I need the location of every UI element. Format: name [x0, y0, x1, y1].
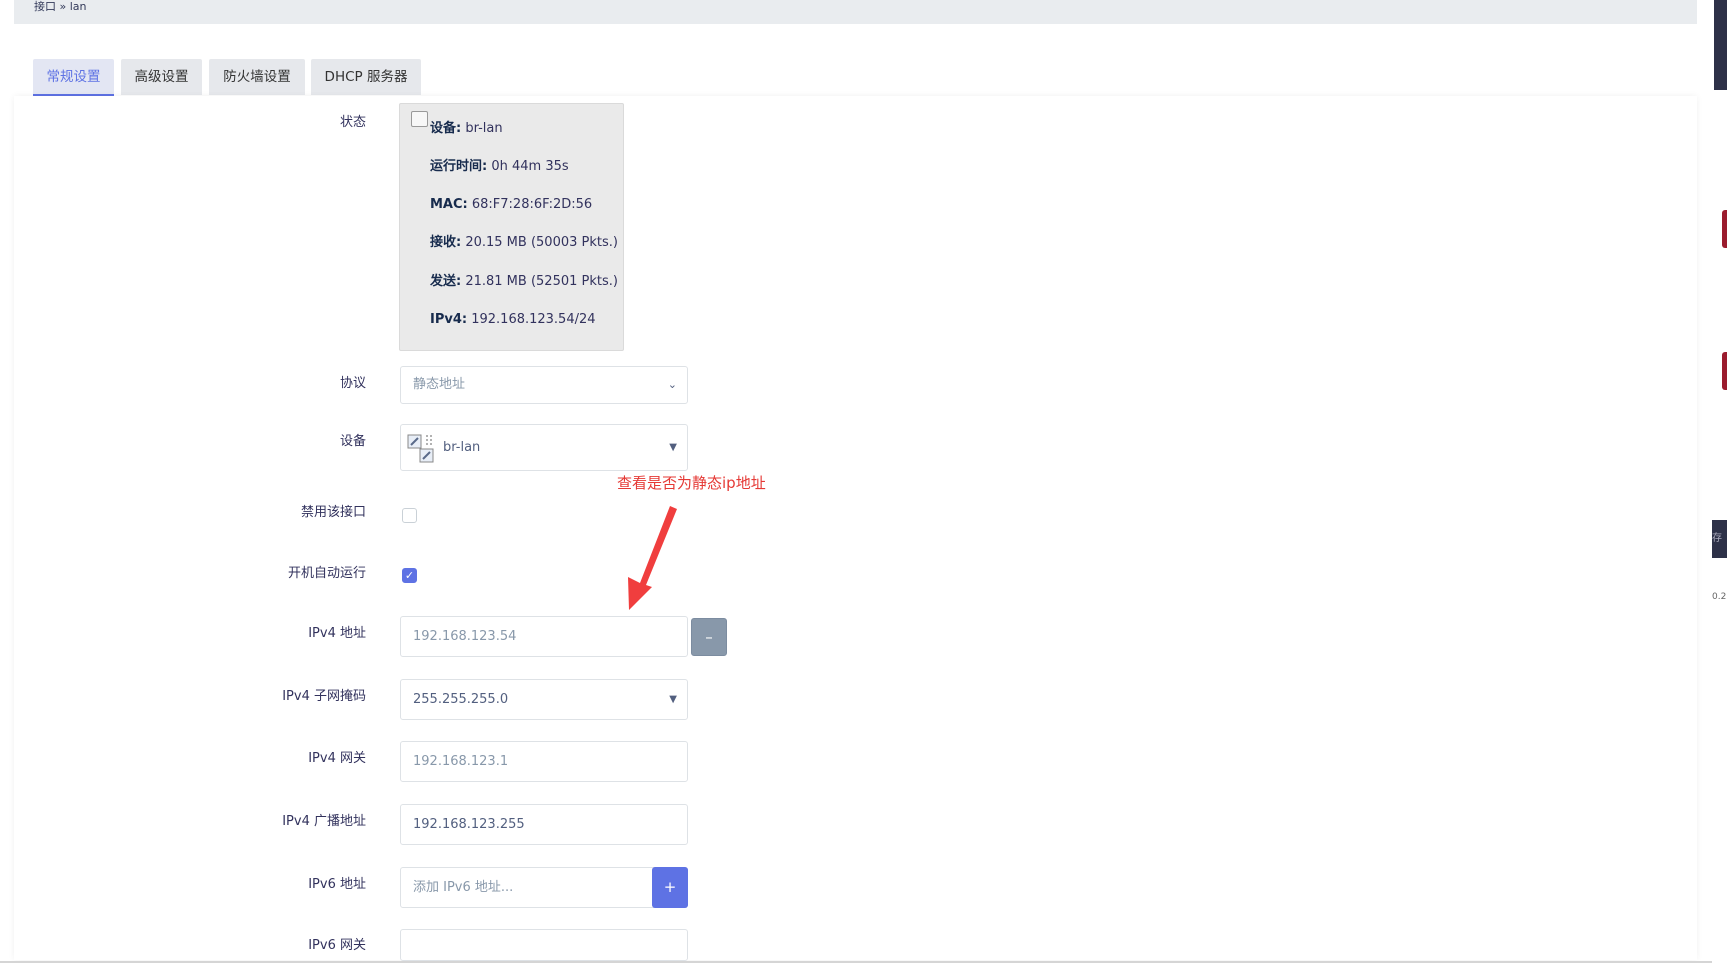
breadcrumb: 接口 » lan	[34, 0, 87, 13]
right-edge-red-tab[interactable]	[1722, 210, 1727, 248]
status-uptime: 运行时间: 0h 44m 35s	[430, 158, 569, 176]
status-mac: MAC: 68:F7:28:6F:2D:56	[430, 196, 592, 214]
status-device-value: br-lan	[461, 121, 503, 136]
ipv4-netmask-label: IPv4 子网掩码	[282, 689, 366, 704]
status-mac-key: MAC:	[430, 197, 468, 212]
status-tx: 发送: 21.81 MB (52501 Pkts.)	[430, 273, 618, 291]
ipv6-address-input[interactable]: 添加 IPv6 地址...	[400, 867, 688, 908]
ipv6-gateway-label: IPv6 网关	[308, 938, 366, 953]
protocol-select[interactable]: 静态地址 ⌄	[400, 366, 688, 404]
status-rx-value: 20.15 MB (50003 Pkts.)	[461, 235, 618, 250]
status-device-key: 设备:	[430, 121, 462, 136]
annotation-arrow-icon	[628, 506, 677, 610]
tab-firewall[interactable]: 防火墙设置	[209, 59, 305, 95]
right-edge-panel: 存 0.2	[1712, 0, 1727, 963]
ipv4-netmask-select[interactable]: 255.255.255.0 ▼	[400, 679, 688, 720]
ipv4-address-value: 192.168.123.54	[413, 629, 517, 644]
ipv4-broadcast-input[interactable]: 192.168.123.255	[400, 804, 688, 845]
autostart-label: 开机自动运行	[287, 566, 366, 581]
status-mac-value: 68:F7:28:6F:2D:56	[467, 197, 593, 212]
annotation-note: 查看是否为静态ip地址	[617, 474, 766, 492]
right-edge-red-tab[interactable]	[1722, 352, 1727, 390]
status-label: 状态	[339, 115, 366, 130]
device-label: 设备	[339, 434, 366, 449]
ipv4-gateway-input[interactable]: 192.168.123.1	[400, 741, 688, 782]
protocol-label: 协议	[339, 376, 366, 391]
right-edge-save-fragment[interactable]: 存	[1712, 520, 1727, 558]
caret-down-icon: ▼	[669, 694, 677, 705]
tab-general[interactable]: 常规设置	[33, 59, 114, 97]
remove-ipv4-button[interactable]: –	[691, 618, 727, 656]
status-uptime-key: 运行时间:	[430, 159, 488, 174]
status-ipv4-key: IPv4:	[430, 312, 468, 327]
status-rx-key: 接收:	[430, 235, 462, 250]
breadcrumb-bar: 接口 » lan	[14, 0, 1697, 24]
ipv4-broadcast-value: 192.168.123.255	[413, 817, 525, 832]
status-device: 设备: br-lan	[430, 120, 503, 138]
status-ipv4: IPv4: 192.168.123.54/24	[430, 311, 596, 329]
autostart-checkbox[interactable]: ✓	[402, 568, 417, 583]
status-tx-key: 发送:	[430, 274, 462, 289]
add-ipv6-button[interactable]: +	[652, 867, 688, 908]
bridge-icon	[407, 433, 435, 463]
ipv4-broadcast-label: IPv4 广播地址	[282, 814, 366, 829]
status-tx-value: 21.81 MB (52501 Pkts.)	[461, 274, 618, 289]
ipv6-gateway-input[interactable]	[400, 929, 688, 961]
status-rx: 接收: 20.15 MB (50003 Pkts.)	[430, 234, 618, 252]
device-icon	[411, 111, 428, 127]
protocol-value: 静态地址	[413, 377, 466, 392]
device-select[interactable]: br-lan ▼	[400, 424, 688, 471]
status-box: 设备: br-lan 运行时间: 0h 44m 35s MAC: 68:F7:2…	[399, 103, 624, 351]
ipv6-address-label: IPv6 地址	[308, 877, 366, 892]
ipv4-netmask-value: 255.255.255.0	[413, 692, 509, 707]
disable-label: 禁用该接口	[300, 505, 366, 520]
ipv4-gateway-label: IPv4 网关	[308, 751, 366, 766]
disable-checkbox[interactable]	[402, 508, 417, 523]
ipv4-gateway-value: 192.168.123.1	[413, 754, 509, 769]
tab-advanced[interactable]: 高级设置	[121, 59, 202, 95]
right-edge-dark-block	[1714, 0, 1727, 90]
caret-down-icon: ▼	[669, 442, 677, 453]
right-edge-ip-fragment: 0.2	[1712, 592, 1727, 602]
tab-dhcp[interactable]: DHCP 服务器	[311, 59, 421, 95]
ipv6-address-placeholder: 添加 IPv6 地址...	[413, 880, 514, 895]
chevron-down-icon: ⌄	[667, 378, 677, 391]
status-ipv4-value: 192.168.123.54/24	[467, 312, 596, 327]
ipv4-address-input[interactable]: 192.168.123.54	[400, 616, 688, 657]
device-value: br-lan	[443, 440, 481, 455]
ipv4-address-label: IPv4 地址	[308, 626, 366, 641]
status-uptime-value: 0h 44m 35s	[487, 159, 569, 174]
